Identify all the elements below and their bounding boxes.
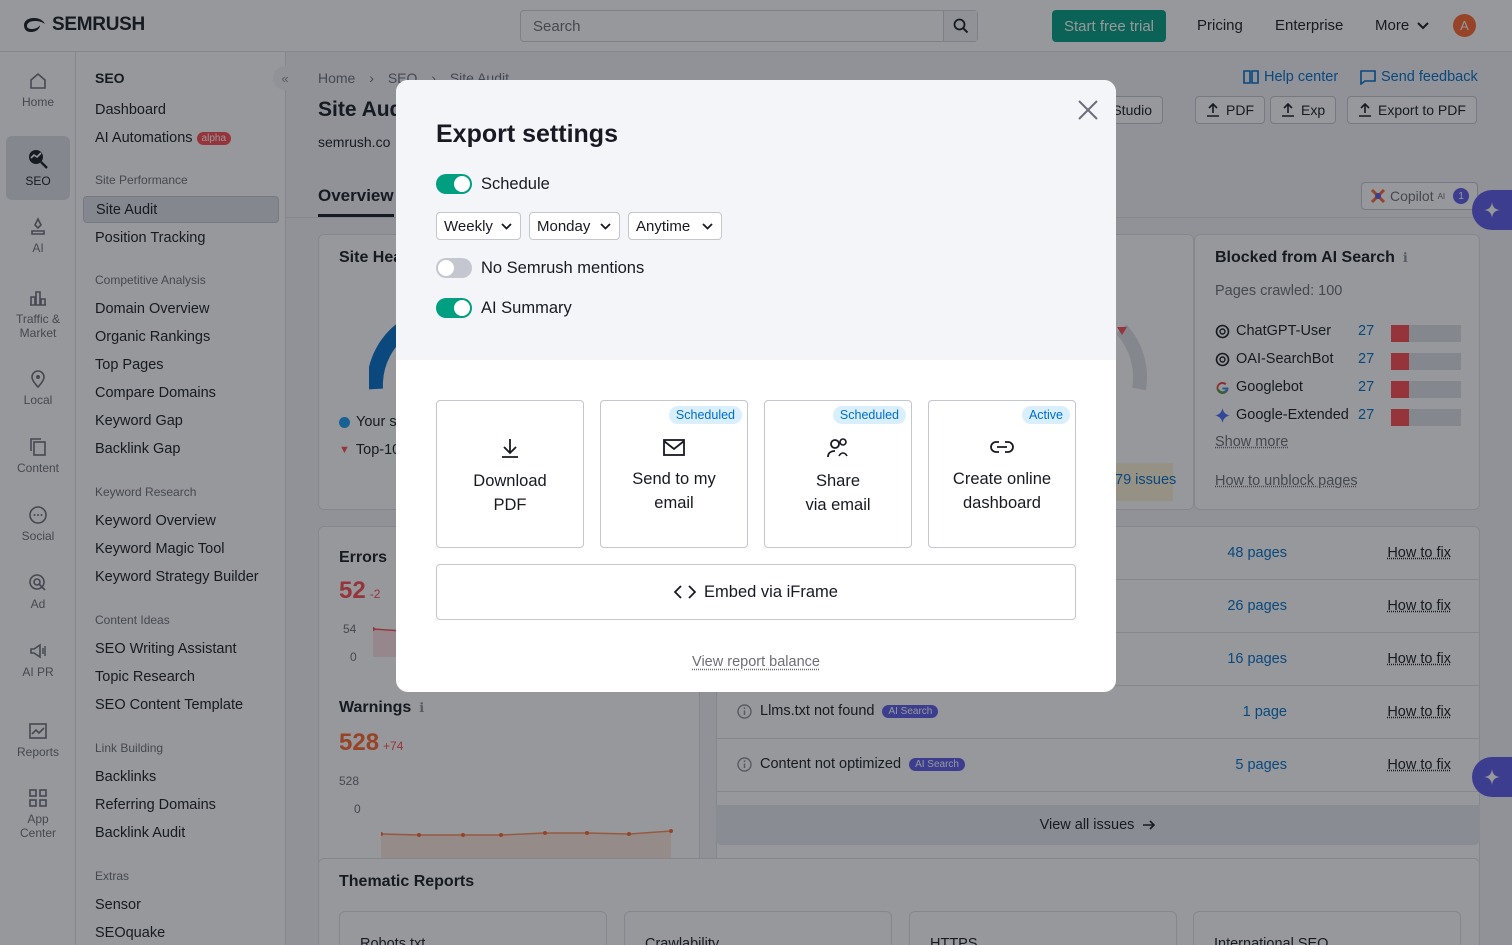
option-line2: dashboard <box>963 494 1041 512</box>
option-line1: Create online <box>953 470 1051 488</box>
export-settings-modal: Export settings Schedule Weekly Monday A… <box>396 80 1116 692</box>
day-select[interactable]: Monday <box>529 212 620 240</box>
no-mentions-label: No Semrush mentions <box>481 259 644 278</box>
create-online-dashboard-option[interactable]: Active Create online dashboard <box>928 400 1076 548</box>
option-line1: Share <box>816 472 860 490</box>
ai-summary-toggle[interactable] <box>436 298 472 318</box>
chevron-down-icon <box>600 223 611 230</box>
option-line1: Send to my <box>632 470 715 488</box>
chevron-down-icon <box>501 223 512 230</box>
view-report-balance-link[interactable]: View report balance <box>692 654 820 670</box>
ai-summary-toggle-row: AI Summary <box>436 298 572 318</box>
ai-summary-label: AI Summary <box>481 299 572 318</box>
embed-iframe-button[interactable]: Embed via iFrame <box>436 564 1076 620</box>
option-label: Download PDF <box>473 469 546 517</box>
schedule-label: Schedule <box>481 175 550 194</box>
option-label: Create online dashboard <box>953 467 1051 515</box>
share-users-icon <box>826 437 850 459</box>
send-to-email-option[interactable]: Scheduled Send to my email <box>600 400 748 548</box>
option-label: Send to my email <box>632 467 715 515</box>
close-icon <box>1076 98 1100 122</box>
chevron-down-icon <box>702 223 713 230</box>
close-modal-button[interactable] <box>1076 98 1100 122</box>
active-badge: Active <box>1022 406 1070 424</box>
option-line2: email <box>654 494 693 512</box>
link-icon <box>989 437 1015 457</box>
mail-icon <box>662 437 686 457</box>
frequency-value: Weekly <box>444 218 493 235</box>
option-line2: PDF <box>493 496 526 514</box>
time-value: Anytime <box>636 218 690 235</box>
code-icon <box>674 585 696 599</box>
scheduled-badge: Scheduled <box>669 406 742 424</box>
download-icon <box>499 437 521 459</box>
schedule-toggle[interactable] <box>436 174 472 194</box>
embed-label: Embed via iFrame <box>704 583 838 602</box>
download-pdf-option[interactable]: Download PDF <box>436 400 584 548</box>
schedule-toggle-row: Schedule <box>436 174 550 194</box>
modal-title: Export settings <box>436 120 618 149</box>
option-label: Share via email <box>805 469 870 517</box>
view-report-balance: View report balance <box>396 654 1116 670</box>
time-select[interactable]: Anytime <box>628 212 722 240</box>
share-via-email-option[interactable]: Scheduled Share via email <box>764 400 912 548</box>
frequency-select[interactable]: Weekly <box>436 212 521 240</box>
day-value: Monday <box>537 218 590 235</box>
option-line1: Download <box>473 472 546 490</box>
option-line2: via email <box>805 496 870 514</box>
no-mentions-toggle-row: No Semrush mentions <box>436 258 644 278</box>
no-mentions-toggle[interactable] <box>436 258 472 278</box>
scheduled-badge: Scheduled <box>833 406 906 424</box>
